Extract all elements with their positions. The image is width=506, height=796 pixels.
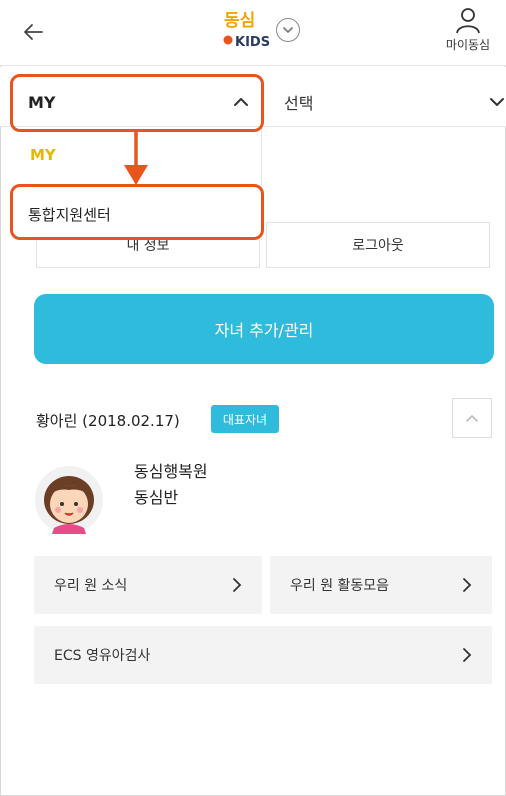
chevron-up-icon: [466, 414, 478, 422]
sub-selector[interactable]: 선택: [270, 73, 506, 131]
add-manage-children-button[interactable]: 자녀 추가/관리: [34, 294, 494, 364]
news-label: 우리 원 소식: [54, 578, 128, 594]
sub-selector-value: 선택: [284, 94, 314, 113]
category-selected-value: MY: [28, 92, 56, 112]
svg-text:KIDS: KIDS: [235, 35, 270, 50]
dropdown-option-my[interactable]: MY: [30, 146, 56, 164]
child-name: 황아린 (2018.02.17): [36, 412, 180, 430]
representative-child-badge: 대표자녀: [211, 405, 279, 433]
our-kindergarten-activity-button[interactable]: 우리 원 활동모음: [270, 556, 492, 614]
child-avatar: [35, 466, 103, 534]
ecs-label: ECS 영유아검사: [54, 648, 151, 664]
logout-label: 로그아웃: [352, 238, 404, 254]
chevron-down-icon: [283, 27, 293, 34]
chevron-right-icon: [233, 578, 242, 592]
my-dongsim-label: 마이동심: [445, 38, 491, 52]
my-dongsim-button[interactable]: 마이동심: [438, 6, 498, 58]
top-bar: 동심 KIDS 마이동심: [0, 0, 506, 66]
annotation-arrow: [124, 131, 148, 185]
our-kindergarten-news-button[interactable]: 우리 원 소식: [34, 556, 262, 614]
ecs-infant-test-button[interactable]: ECS 영유아검사: [34, 626, 492, 684]
chevron-up-icon: [234, 98, 248, 106]
add-manage-children-label: 자녀 추가/관리: [214, 321, 314, 340]
chevron-down-icon: [490, 98, 504, 106]
logout-button[interactable]: 로그아웃: [266, 222, 490, 268]
svg-text:동심: 동심: [224, 11, 255, 31]
user-icon: [456, 8, 480, 34]
back-arrow-icon: [24, 24, 43, 40]
dropdown-option-support-center[interactable]: 통합지원센터: [28, 204, 111, 225]
selector-row: MY 선택: [0, 67, 506, 127]
chevron-right-icon: [463, 578, 472, 592]
kindergarten-name: 동심행복원: [134, 462, 208, 481]
collapse-button[interactable]: [452, 398, 492, 438]
chevron-right-icon: [463, 648, 472, 662]
category-selector[interactable]: MY: [12, 73, 260, 131]
dongsim-kids-logo: 동심 KIDS: [223, 11, 270, 50]
class-name: 동심반: [134, 488, 179, 507]
back-button[interactable]: [16, 14, 52, 50]
logo-dropdown-button[interactable]: [276, 18, 300, 42]
activity-label: 우리 원 활동모음: [290, 578, 390, 594]
